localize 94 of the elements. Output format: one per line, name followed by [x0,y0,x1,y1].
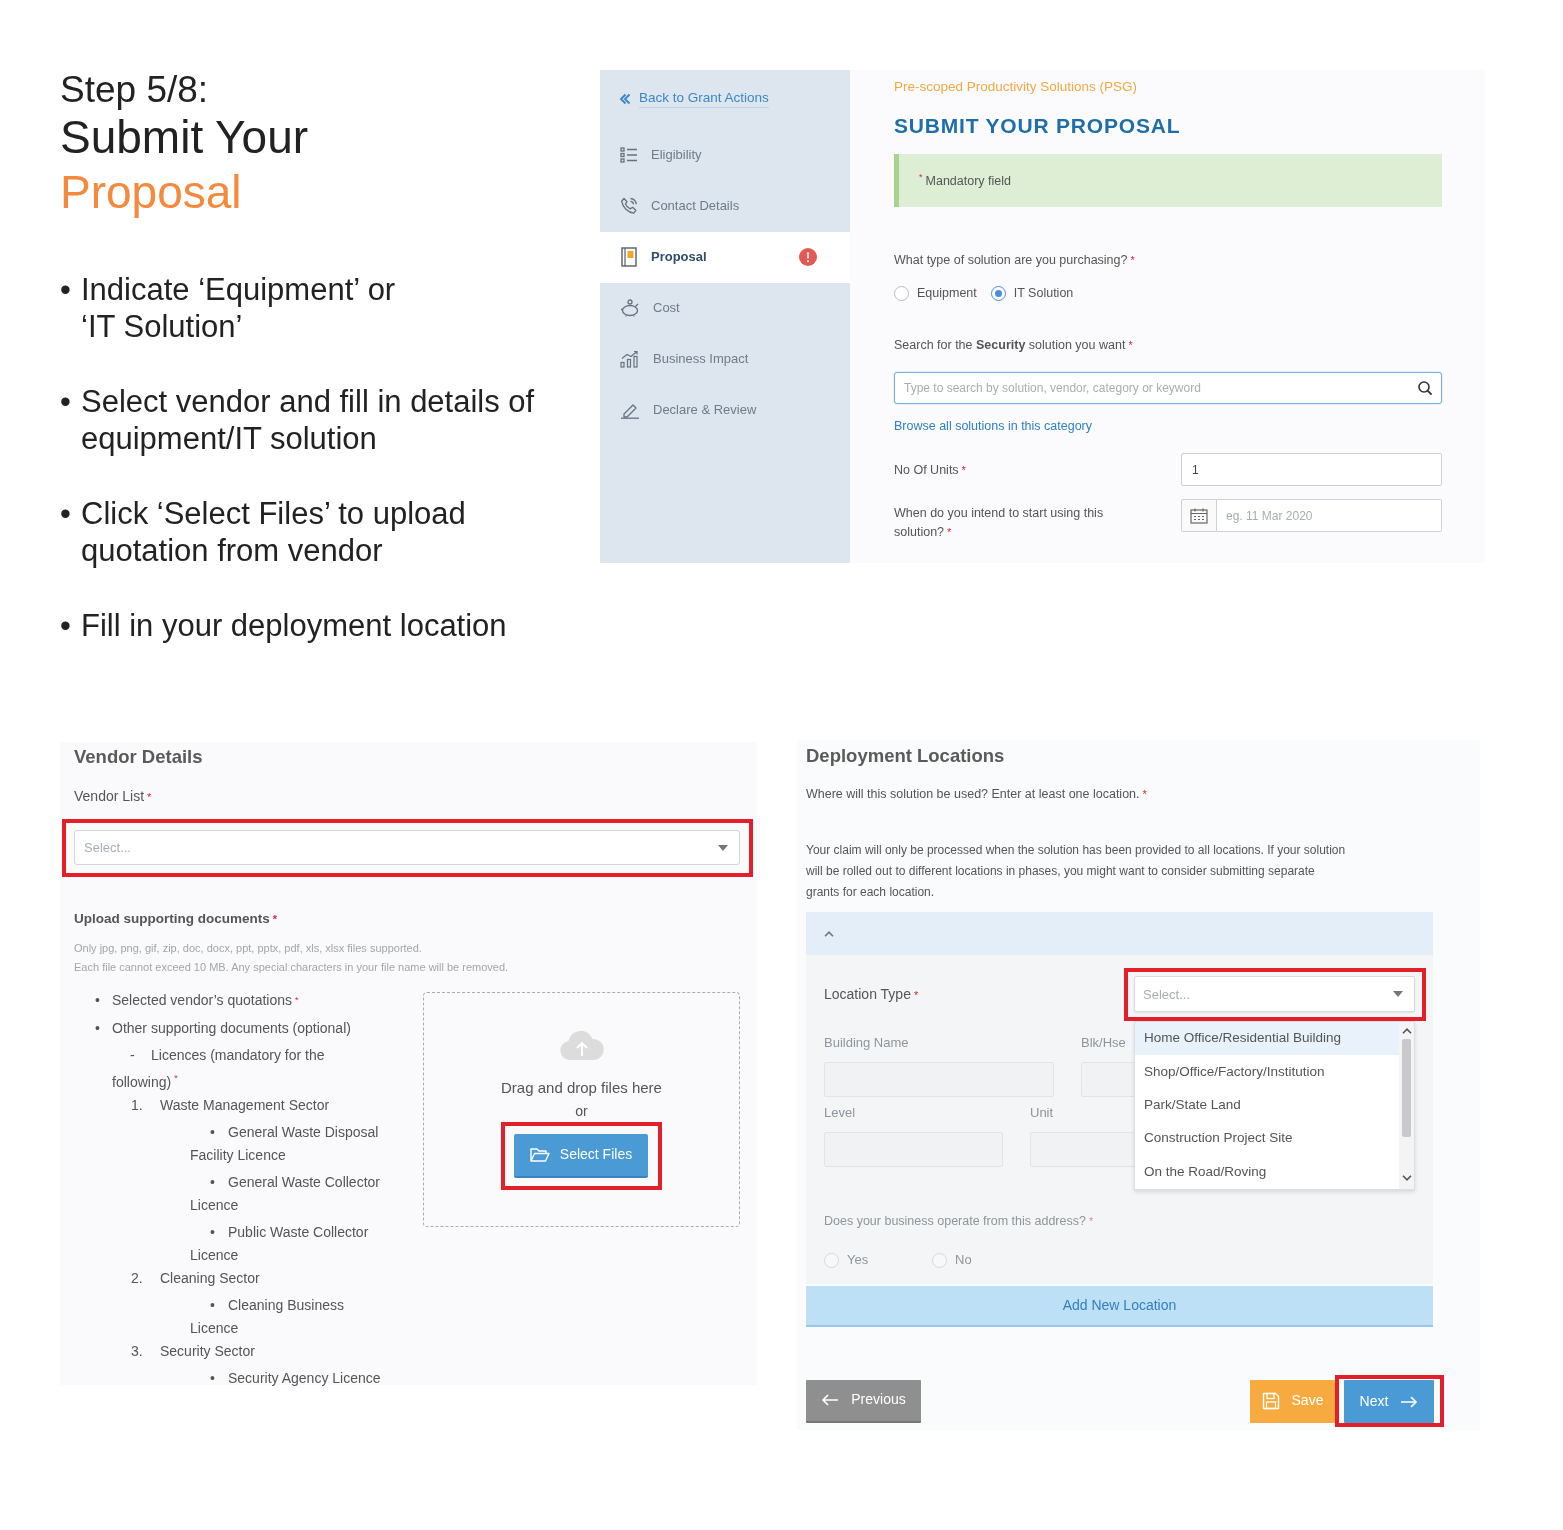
field-label: Does your business operate from this address? * [824,1213,1094,1230]
dropdown-option[interactable]: Home Office/Residential Building [1135,1022,1399,1056]
piggy-bank-icon [620,299,640,318]
field-label: Location Type * [824,985,919,1004]
list-item: • Other supporting documents (optional) [95,1019,351,1038]
chevron-down-icon [1401,1175,1412,1181]
sidebar-item[interactable]: Business Impact [600,333,850,385]
field-label: Blk/Hse [1081,1034,1126,1052]
field-label: Where will this solution be used? Enter at least one location. * [806,786,1147,803]
step-label: Step 5/8: [60,70,210,110]
section-title: Vendor Details [74,745,203,769]
list-item: - Licences (mandatory for the following) $^{*}$ [112,1046,325,1092]
list-item: • General Waste Disposal Facility Licence [190,1122,379,1165]
field-label: No Of Units * [894,461,967,479]
units-field[interactable]: 1 [1181,453,1442,487]
field-label: Building Name [824,1034,909,1052]
back-link[interactable]: Back to Grant Actions [619,89,769,108]
bullet-text: Click ‘Select Files’ to upload quotation from vendor [81,495,466,569]
location-type-select[interactable]: Select... [1134,976,1415,1012]
bullet-text: Indicate ‘Equipment’ or ‘IT Solution’ [81,271,396,345]
sidebar-item[interactable]: Contact Details [600,180,850,232]
field-label: Upload supporting documents * [74,910,278,928]
radio-label[interactable]: IT Solution [1013,284,1074,302]
dropdown-option[interactable]: On the Road/Roving [1135,1155,1399,1189]
save-icon [1261,1392,1280,1411]
section-title: Deployment Locations [806,744,1005,768]
list-item: • Cleaning Business Licence [190,1295,344,1338]
calendar-addon[interactable] [1181,499,1217,533]
form-title: SUBMIT YOUR PROPOSAL [894,114,1181,138]
field-label: Unit [1030,1104,1054,1122]
list-item: • Public Waste Collector Licence [190,1222,369,1265]
radio-button[interactable] [894,285,909,301]
field-label: Vendor List * [74,787,152,806]
bar-chart-icon [620,350,640,369]
radio-label[interactable]: Equipment [917,284,977,302]
separator-text: or [575,1102,588,1120]
bullet-marker: • [60,495,72,533]
bullet-marker: • [60,271,72,309]
field-label: Search for the Security solution you want * [894,337,1133,354]
caret-icon [1393,991,1403,997]
list-item: • General Waste Collector Licence [190,1172,380,1215]
title-accent-text: Proposal [60,165,243,220]
scroll-bar[interactable] [1399,1022,1414,1189]
sidebar-item[interactable]: Declare & Review [600,384,850,436]
bullet-text: Select vendor and fill in details of equipment/IT solution [81,383,535,457]
dropzone[interactable]: Drag and drop files here or Select Files [423,992,740,1227]
caret-icon [718,844,728,851]
title-text: Submit Your [60,110,310,165]
search-field[interactable]: Type to search by solution, vendor, category or keyword [894,372,1442,404]
sidebar-item[interactable]: Eligibility [600,129,850,181]
dropzone-text: Drag and drop files here [501,1078,662,1098]
list-item: 3. Security Sector [131,1341,255,1361]
bullet-marker: • [60,383,72,421]
list-icon [620,147,638,164]
notice-text: $^{*}$ Mandatory field [919,170,1011,190]
scroll-thumb[interactable] [1402,1039,1411,1137]
field-label: Level [824,1104,856,1122]
list-item: 2. Cleaning Sector [131,1268,260,1288]
bullet-marker: • [60,607,72,644]
hint-text: Only jpg, png, gif, zip, doc, docx, ppt, pptx, pdf, xls, xlsx files supported. [74,941,422,956]
search-icon[interactable] [1417,380,1433,396]
add-location-button[interactable]: Add New Location [806,1286,1433,1328]
info-text: Your claim will only be processed when the solution has been provided to all locations. If your solution will be rolled out to different locations in phases, you might want to consider submitting separate grants for each location. [806,842,1346,901]
bullet-text: Fill in your deployment location [81,607,507,644]
arrow-left-icon [821,1394,840,1407]
save-button[interactable]: Save [1250,1379,1335,1423]
dropdown-option[interactable]: Park/State Land [1135,1088,1399,1123]
list-item: • Selected vendor’s quotations $^{*}$ [95,991,299,1010]
previous-button[interactable]: Previous [806,1379,921,1423]
chevron-up-icon [1401,1028,1412,1034]
notebook-icon [620,247,638,268]
dropdown-option[interactable]: Construction Project Site [1135,1122,1399,1156]
cloud-upload-icon [558,1029,605,1061]
double-chevron-icon [619,92,631,105]
list-item: 1. Waste Management Sector [131,1095,330,1115]
list-item: • Security Agency Licence [209,1368,381,1388]
dropdown-option[interactable]: Shop/Office/Factory/Institution [1135,1055,1399,1089]
phone-icon [620,197,638,216]
field-label: What type of solution are you purchasing? * [894,252,1135,269]
calendar-icon [1190,507,1208,524]
folder-icon [529,1147,550,1163]
arrow-right-icon [1400,1395,1419,1408]
next-button[interactable]: Next [1344,1380,1434,1424]
sidebar-item[interactable]: Cost [600,282,850,334]
date-field[interactable]: eg. 11 Mar 2020 [1217,499,1442,533]
hint-text: Each file cannot exceed 10 MB. Any special characters in your file name will be removed. [74,960,509,975]
program-name: Pre-scoped Productivity Solutions (PSG) [894,78,1138,96]
radio-button[interactable] [990,285,1006,301]
chevron-up-icon[interactable] [824,930,834,937]
browse-link[interactable]: Browse all solutions in this category [894,417,1092,435]
select-files-button[interactable]: Select Files [514,1134,648,1178]
vendor-select[interactable]: Select... [74,830,740,865]
field-label: When do you intend to start using this solution? * [894,505,1105,542]
sidebar-item[interactable]: Proposal [600,231,850,283]
